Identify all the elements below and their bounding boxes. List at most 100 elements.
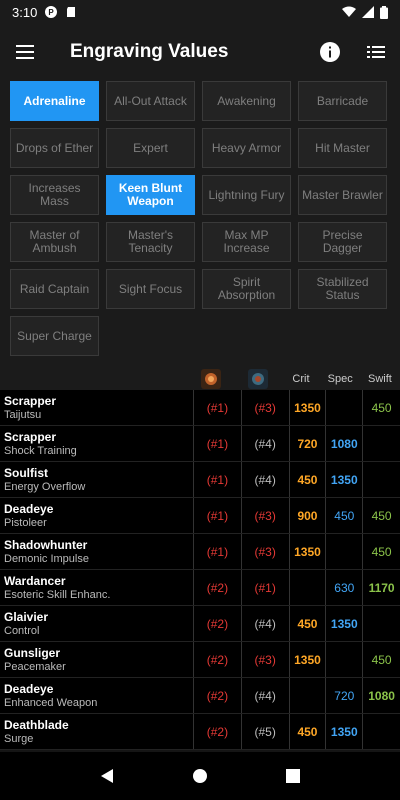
crit-value: 450: [290, 462, 327, 497]
status-time: 3:10: [12, 4, 38, 20]
engraving-chip[interactable]: Super Charge: [10, 316, 99, 356]
class-engraving: Enhanced Weapon: [4, 697, 98, 709]
spec-value: 720: [326, 678, 364, 713]
swift-value: 450: [371, 544, 392, 559]
crit-value: 1350: [290, 642, 327, 677]
engraving-chip[interactable]: Expert: [106, 128, 195, 168]
crit-value: 450: [290, 606, 327, 641]
class-name: Glaivier: [4, 610, 49, 624]
engraving-chip[interactable]: All-Out Attack: [106, 81, 195, 121]
engraving-chip[interactable]: Adrenaline: [10, 81, 99, 121]
crit-value: 900: [290, 498, 327, 533]
spec-value: 1350: [326, 606, 364, 641]
table-row[interactable]: Scrapper Taijutsu (#1) (#3) 1350 450: [0, 390, 400, 426]
swift-value: 450: [371, 400, 392, 415]
spec-value: 1350: [326, 462, 364, 497]
table-row[interactable]: Wardancer Esoteric Skill Enhanc. (#2) (#1) 6…: [0, 570, 400, 606]
col-swift: Swift: [367, 373, 392, 385]
spec-value: [326, 534, 364, 569]
table-row[interactable]: Gunsliger Peacemaker (#2) (#3) 1350 450: [0, 642, 400, 678]
engraving-filter-panel: Adrenaline All-Out Attack Awakening Barrica…: [0, 80, 400, 368]
engraving-chip[interactable]: Heavy Armor: [202, 128, 291, 168]
crit-value: 720: [290, 426, 327, 461]
engraving-chip[interactable]: Stabilized Status: [298, 269, 387, 309]
engraving-chip[interactable]: Precise Dagger: [298, 222, 387, 262]
spec-value: 450: [326, 498, 364, 533]
crit-value: 1350: [290, 390, 327, 425]
engraving-chip[interactable]: Spirit Absorption: [202, 269, 291, 309]
engraving-2-rank: (#3): [242, 534, 290, 569]
engraving-chip[interactable]: Increases Mass: [10, 175, 99, 215]
engraving-1-rank: (#2): [194, 606, 242, 641]
spec-value: 630: [326, 570, 364, 605]
class-cell: Wardancer Esoteric Skill Enhanc.: [0, 570, 195, 605]
engraving-2-rank: (#3): [242, 390, 290, 425]
engraving-chip[interactable]: Awakening: [202, 81, 291, 121]
table-row[interactable]: Deadeye Enhanced Weapon (#2) (#4) 720 1080: [0, 678, 400, 714]
engraving-table: Scrapper Taijutsu (#1) (#3) 1350 450 Scrapper S…: [0, 390, 400, 750]
engraving-chip-grid: Adrenaline All-Out Attack Awakening Barrica…: [10, 80, 395, 356]
swift-value: [363, 714, 400, 749]
class-name: Soulfist: [4, 466, 48, 480]
class-name: Scrapper: [4, 430, 57, 444]
class-cell: Glaivier Control: [0, 606, 195, 641]
class-cell: Deadeye Pistoleer: [0, 498, 195, 533]
engraving-chip[interactable]: Raid Captain: [10, 269, 99, 309]
back-icon[interactable]: [97, 766, 117, 786]
recents-icon[interactable]: [283, 766, 303, 786]
engraving-chip[interactable]: Drops of Ether: [10, 128, 99, 168]
class-engraving: Shock Training: [4, 445, 77, 457]
home-icon[interactable]: [190, 766, 210, 786]
list-icon[interactable]: [364, 40, 388, 64]
signal-icon: [362, 6, 374, 18]
swift-value: [363, 426, 400, 461]
swift-value: 450: [371, 652, 392, 667]
swift-value: 450: [371, 508, 392, 523]
engraving-chip[interactable]: Sight Focus: [106, 269, 195, 309]
crit-value: 450: [290, 714, 327, 749]
engraving-chip[interactable]: Keen Blunt Weapon: [106, 175, 195, 215]
page-title: Engraving Values: [70, 41, 229, 62]
class-engraving: Taijutsu: [4, 409, 42, 421]
engraving-chip[interactable]: Lightning Fury: [202, 175, 291, 215]
class-name: Shadowhunter: [4, 538, 88, 552]
table-row[interactable]: Scrapper Shock Training (#1) (#4) 720 1080: [0, 426, 400, 462]
crit-value: 1350: [290, 534, 327, 569]
table-row[interactable]: Soulfist Energy Overflow (#1) (#4) 450 1350: [0, 462, 400, 498]
spec-value: 1080: [326, 426, 364, 461]
engraving-chip[interactable]: Hit Master: [298, 128, 387, 168]
menu-icon[interactable]: [16, 40, 40, 64]
info-icon[interactable]: [318, 40, 342, 64]
table-row[interactable]: Deadeye Pistoleer (#1) (#3) 900 450 450: [0, 498, 400, 534]
engraving-2-rank: (#3): [242, 498, 290, 533]
table-row[interactable]: Glaivier Control (#2) (#4) 450 1350: [0, 606, 400, 642]
notification-p-icon: P: [45, 6, 58, 18]
engraving-chip[interactable]: Master's Tenacity: [106, 222, 195, 262]
engraving-2-icon: [247, 369, 268, 389]
class-engraving: Energy Overflow: [4, 481, 86, 493]
engraving-1-rank: (#1): [194, 498, 242, 533]
system-nav-bar: [0, 752, 400, 800]
engraving-2-rank: (#1): [242, 570, 290, 605]
engraving-1-rank: (#1): [194, 390, 242, 425]
engraving-chip[interactable]: Max MP Increase: [202, 222, 291, 262]
swift-value: [363, 462, 400, 497]
table-row[interactable]: Shadowhunter Demonic Impulse (#1) (#3) 1350 4…: [0, 534, 400, 570]
engraving-2-rank: (#4): [242, 426, 290, 461]
class-engraving: Surge: [4, 733, 34, 745]
engraving-1-rank: (#2): [194, 642, 242, 677]
class-cell: Gunsliger Peacemaker: [0, 642, 195, 677]
spec-value: [326, 642, 364, 677]
engraving-2-rank: (#4): [242, 678, 290, 713]
engraving-2-rank: (#3): [242, 642, 290, 677]
engraving-chip[interactable]: Master of Ambush: [10, 222, 99, 262]
class-name: Wardancer: [4, 574, 66, 588]
app-bar: Engraving Values: [0, 24, 400, 80]
crit-value: [290, 678, 327, 713]
engraving-chip[interactable]: Master Brawler: [298, 175, 387, 215]
table-row[interactable]: Deathblade Surge (#2) (#5) 450 1350: [0, 714, 400, 750]
engraving-1-rank: (#1): [194, 462, 242, 497]
engraving-2-rank: (#4): [242, 606, 290, 641]
class-engraving: Control: [4, 625, 40, 637]
engraving-chip[interactable]: Barricade: [298, 81, 387, 121]
